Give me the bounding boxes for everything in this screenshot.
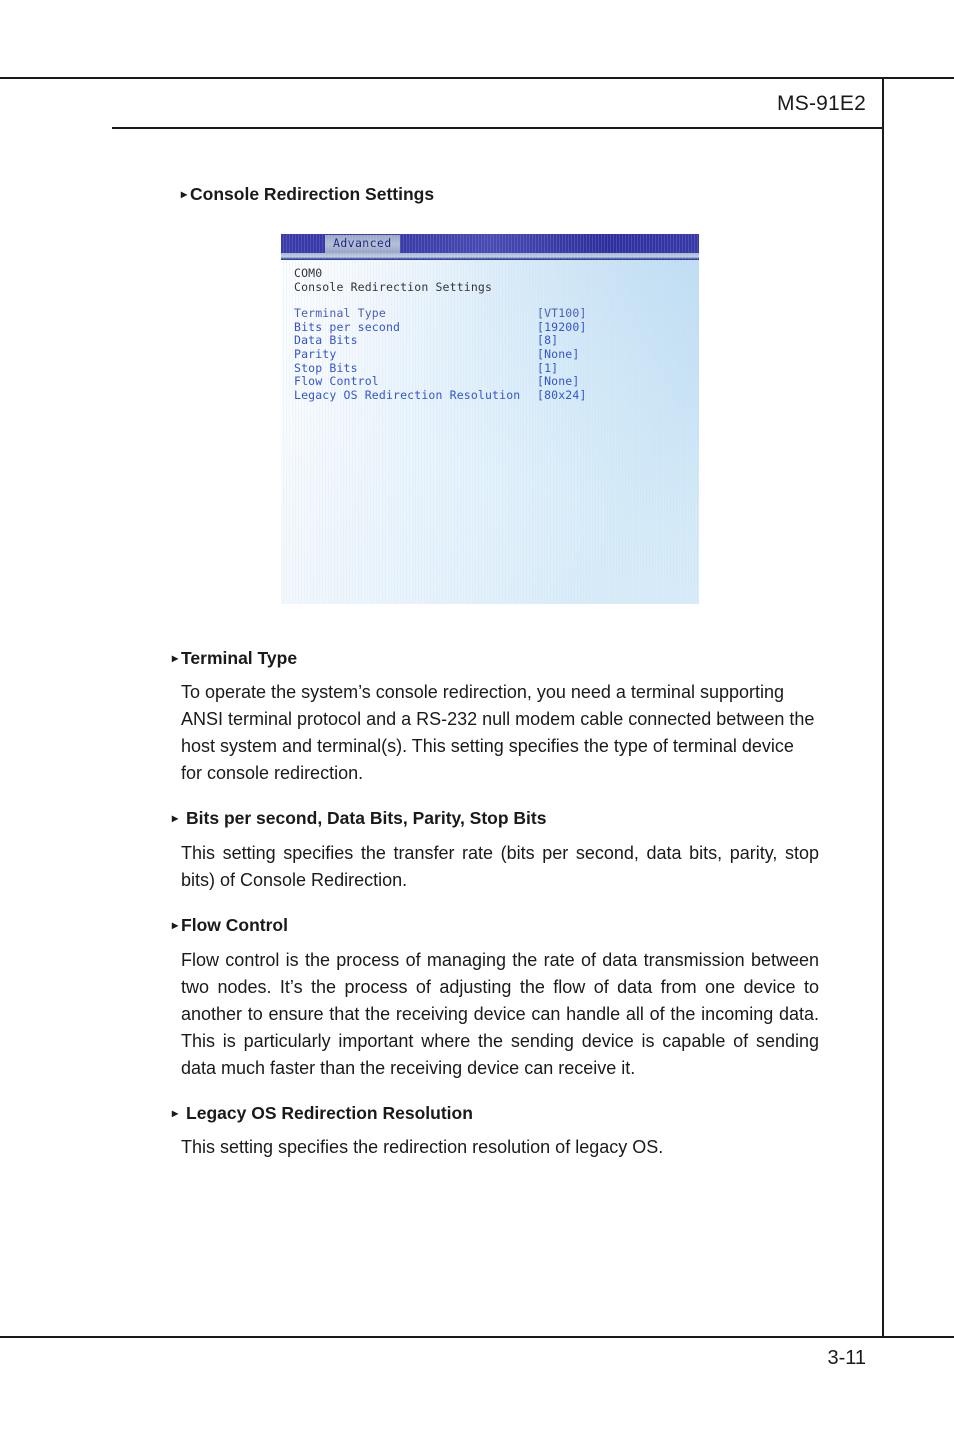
triangle-bullet-icon: ▸ bbox=[181, 187, 188, 201]
bios-page-title: Console Redirection Settings bbox=[294, 279, 493, 294]
page-title: ▸ Console Redirection Settings bbox=[181, 183, 819, 207]
bios-tab-advanced[interactable]: Advanced bbox=[325, 235, 400, 253]
bios-row-bits-per-second[interactable]: Bits per second [19200] bbox=[294, 319, 686, 335]
bios-row-stop-bits[interactable]: Stop Bits [1] bbox=[294, 360, 686, 376]
bios-setting-label: Flow Control bbox=[294, 374, 379, 389]
bios-tab-bar-underline bbox=[281, 253, 699, 260]
section-heading-terminal-type: ▸ Terminal Type bbox=[172, 647, 819, 671]
header-rule-top bbox=[0, 77, 954, 79]
bios-settings-list: Terminal Type [VT100] Bits per second [192… bbox=[294, 307, 686, 402]
bios-screenshot-figure: Advanced COM0 Console Redirection Settin… bbox=[281, 234, 699, 604]
footer-rule bbox=[0, 1336, 954, 1338]
bios-row-flow-control[interactable]: Flow Control [None] bbox=[294, 375, 686, 389]
bios-row-data-bits[interactable]: Data Bits [8] bbox=[294, 334, 686, 348]
page-title-label: Console Redirection Settings bbox=[190, 184, 435, 204]
bios-setting-value: [VT100] bbox=[537, 306, 587, 321]
bios-row-terminal-type[interactable]: Terminal Type [VT100] bbox=[294, 307, 686, 321]
section-heading-legacy-os-resolution: ▸ Legacy OS Redirection Resolution bbox=[172, 1102, 819, 1126]
section-heading-bits-data-parity-stop: ▸ Bits per second, Data Bits, Parity, Sto… bbox=[172, 807, 819, 831]
page-header-title: MS-91E2 bbox=[777, 92, 866, 115]
bios-setting-label: Data Bits bbox=[294, 333, 358, 348]
bios-row-legacy-os-redirection-resolution[interactable]: Legacy OS Redirection Resolution [80x24] bbox=[294, 387, 686, 403]
bios-setting-value: [None] bbox=[537, 374, 580, 389]
section-heading-label: Bits per second, Data Bits, Parity, Stop… bbox=[186, 808, 547, 829]
section-body-flow-control: Flow control is the process of managing … bbox=[181, 949, 819, 1078]
triangle-bullet-icon: ▸ bbox=[172, 917, 179, 932]
header-rule-under bbox=[112, 127, 884, 129]
triangle-bullet-icon: ▸ bbox=[172, 650, 179, 665]
bios-setting-label: Parity bbox=[294, 346, 337, 361]
page-number: 3-11 bbox=[827, 1347, 866, 1369]
bios-setting-label: Terminal Type bbox=[294, 306, 386, 321]
bios-setting-value: [19200] bbox=[537, 319, 587, 334]
bios-setting-value: [80x24] bbox=[537, 387, 587, 402]
bios-setting-value: [1] bbox=[537, 360, 559, 375]
section-heading-label: Terminal Type bbox=[181, 647, 298, 668]
section-heading-flow-control: ▸ Flow Control bbox=[172, 914, 819, 938]
bios-setting-label: Stop Bits bbox=[294, 360, 358, 375]
bios-setting-label: Bits per second bbox=[294, 319, 401, 334]
bios-setting-value: [8] bbox=[537, 333, 559, 348]
section-heading-label: Legacy OS Redirection Resolution bbox=[186, 1102, 473, 1123]
section-body-legacy-os-resolution: This setting specifies the redirection r… bbox=[181, 1137, 664, 1158]
section-body-terminal-type: To operate the system’s console redirect… bbox=[181, 682, 815, 784]
bios-setting-value: [None] bbox=[537, 346, 580, 361]
bios-content-area: COM0 Console Redirection Settings Termin… bbox=[294, 266, 686, 402]
bios-port-label: COM0 bbox=[294, 266, 323, 280]
triangle-bullet-icon: ▸ bbox=[172, 811, 179, 826]
triangle-bullet-icon: ▸ bbox=[172, 1105, 179, 1120]
bios-setting-label: Legacy OS Redirection Resolution bbox=[294, 387, 521, 402]
bios-row-parity[interactable]: Parity [None] bbox=[294, 346, 686, 362]
section-heading-label: Flow Control bbox=[181, 914, 288, 935]
section-body-bits-data-parity-stop: This setting specifies the transfer rate… bbox=[181, 842, 819, 890]
page-side-rule bbox=[882, 77, 884, 1338]
